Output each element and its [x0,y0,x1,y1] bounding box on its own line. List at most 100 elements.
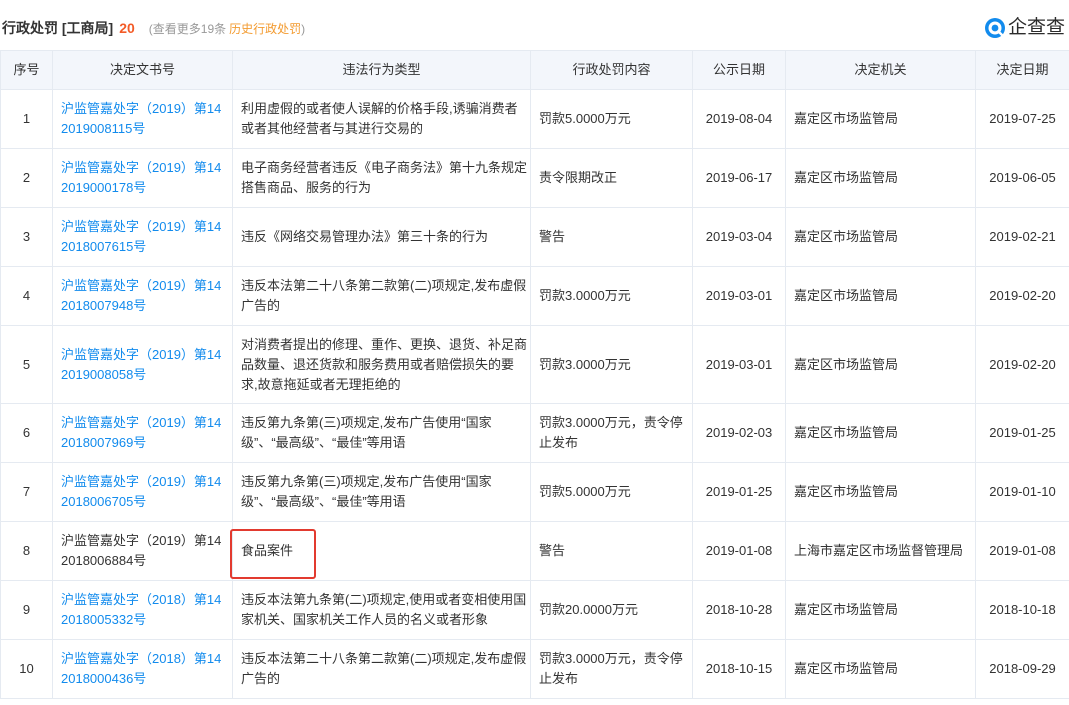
section-header: 行政处罚 [工商局] 20 (查看更多19条 历史行政处罚) 企查查 [0,0,1069,50]
decision-doc-cell: 沪监管嘉处字（2019）第142018007948号 [52,266,233,326]
table-row: 1 沪监管嘉处字（2019）第142019008115号 利用虚假的或者使人误解… [0,89,1069,149]
decision-authority: 嘉定区市场监管局 [785,639,976,699]
row-index: 5 [0,325,53,404]
publish-date: 2019-03-01 [692,266,786,326]
decision-doc-link[interactable]: 沪监管嘉处字（2019）第142018006705号 [61,474,221,509]
decision-doc-link[interactable]: 沪监管嘉处字（2019）第142019000178号 [61,160,221,195]
penalty-content: 罚款5.0000万元 [530,89,693,149]
violation-type: 违反本法第二十八条第二款第(二)项规定,发布虚假广告的 [232,266,531,326]
col-header-violation-type: 违法行为类型 [232,50,531,90]
section-title: 行政处罚 [工商局] [2,20,114,36]
section-title-line: 行政处罚 [工商局] 20 (查看更多19条 历史行政处罚) [2,18,305,38]
publish-date: 2019-03-04 [692,207,786,267]
decision-authority: 嘉定区市场监管局 [785,403,976,463]
decision-doc-cell: 沪监管嘉处字（2018）第142018000436号 [52,639,233,699]
more-records-note: (查看更多19条 历史行政处罚) [149,22,305,36]
table-row: 8 沪监管嘉处字（2019）第142018006884号 食品案件 警告 201… [0,521,1069,581]
penalty-table: 序号 决定文书号 违法行为类型 行政处罚内容 公示日期 决定机关 决定日期 1 … [0,50,1069,699]
decision-date: 2019-02-20 [975,266,1069,326]
publish-date: 2019-03-01 [692,325,786,404]
violation-type: 利用虚假的或者使人误解的价格手段,诱骗消费者或者其他经营者与其进行交易的 [232,89,531,149]
decision-doc-cell: 沪监管嘉处字（2019）第142018006884号 [52,521,233,581]
decision-doc-link[interactable]: 沪监管嘉处字（2019）第142019008115号 [61,101,221,136]
decision-authority: 嘉定区市场监管局 [785,266,976,326]
logo-text: 企查查 [1008,17,1066,38]
decision-date: 2019-07-25 [975,89,1069,149]
decision-date: 2019-02-21 [975,207,1069,267]
col-header-decision-authority: 决定机关 [785,50,976,90]
row-index: 7 [0,462,53,522]
table-row: 2 沪监管嘉处字（2019）第142019000178号 电子商务经营者违反《电… [0,148,1069,208]
violation-type: 电子商务经营者违反《电子商务法》第十九条规定搭售商品、服务的行为 [232,148,531,208]
row-index: 3 [0,207,53,267]
table-row: 6 沪监管嘉处字（2019）第142018007969号 违反第九条第(三)项规… [0,403,1069,463]
decision-authority: 嘉定区市场监管局 [785,580,976,640]
qichacha-logo-icon [984,17,1006,39]
row-index: 9 [0,580,53,640]
penalty-content: 罚款3.0000万元，责令停止发布 [530,403,693,463]
col-header-index: 序号 [0,50,53,90]
penalty-content: 罚款3.0000万元 [530,325,693,404]
table-row: 4 沪监管嘉处字（2019）第142018007948号 违反本法第二十八条第二… [0,266,1069,326]
decision-authority: 嘉定区市场监管局 [785,148,976,208]
more-records-prefix: (查看更多19条 [148,22,227,36]
violation-type: 违反第九条第(三)项规定,发布广告使用“国家级”、“最高级”、“最佳”等用语 [232,403,531,463]
penalty-content: 警告 [530,207,693,267]
decision-doc-cell: 沪监管嘉处字（2019）第142019008115号 [52,89,233,149]
decision-doc-cell: 沪监管嘉处字（2019）第142019000178号 [52,148,233,208]
penalty-content: 警告 [530,521,693,581]
decision-date: 2019-01-25 [975,403,1069,463]
col-header-publish-date: 公示日期 [692,50,786,90]
table-row: 10 沪监管嘉处字（2018）第142018000436号 违反本法第二十八条第… [0,639,1069,699]
decision-doc-cell: 沪监管嘉处字（2019）第142019008058号 [52,325,233,404]
decision-doc-cell: 沪监管嘉处字（2019）第142018007969号 [52,403,233,463]
more-records-suffix: ) [301,22,306,36]
decision-date: 2019-02-20 [975,325,1069,404]
penalty-content: 罚款3.0000万元 [530,266,693,326]
row-index: 4 [0,266,53,326]
row-index: 6 [0,403,53,463]
violation-type: 违反第九条第(三)项规定,发布广告使用“国家级”、“最高级”、“最佳”等用语 [232,462,531,522]
penalty-content: 责令限期改正 [530,148,693,208]
decision-authority: 上海市嘉定区市场监督管理局 [785,521,976,581]
publish-date: 2018-10-28 [692,580,786,640]
violation-type: 食品案件 [232,521,531,581]
decision-doc-link[interactable]: 沪监管嘉处字（2019）第142018007615号 [61,219,221,254]
row-index: 10 [0,639,53,699]
decision-doc-cell: 沪监管嘉处字（2019）第142018006705号 [52,462,233,522]
decision-doc-link[interactable]: 沪监管嘉处字（2019）第142018007969号 [61,415,221,450]
decision-doc-cell: 沪监管嘉处字（2018）第142018005332号 [52,580,233,640]
decision-authority: 嘉定区市场监管局 [785,207,976,267]
table-header-row: 序号 决定文书号 违法行为类型 行政处罚内容 公示日期 决定机关 决定日期 [0,50,1069,90]
col-header-penalty-content: 行政处罚内容 [530,50,693,90]
publish-date: 2019-08-04 [692,89,786,149]
decision-authority: 嘉定区市场监管局 [785,462,976,522]
record-count-badge: 20 [119,20,135,36]
violation-type: 违反《网络交易管理办法》第三十条的行为 [232,207,531,267]
decision-date: 2019-01-08 [975,521,1069,581]
penalty-content: 罚款20.0000万元 [530,580,693,640]
decision-doc-link[interactable]: 沪监管嘉处字（2018）第142018000436号 [61,651,221,686]
qichacha-logo: 企查查 [984,16,1068,40]
row-index: 1 [0,89,53,149]
decision-doc-link[interactable]: 沪监管嘉处字（2019）第142019008058号 [61,347,221,382]
decision-doc-cell: 沪监管嘉处字（2019）第142018007615号 [52,207,233,267]
table-row: 7 沪监管嘉处字（2019）第142018006705号 违反第九条第(三)项规… [0,462,1069,522]
decision-doc-link[interactable]: 沪监管嘉处字（2018）第142018005332号 [61,592,221,627]
violation-type: 违反本法第二十八条第二款第(二)项规定,发布虚假广告的 [232,639,531,699]
table-row: 5 沪监管嘉处字（2019）第142019008058号 对消费者提出的修理、重… [0,325,1069,404]
publish-date: 2019-01-25 [692,462,786,522]
row-index: 2 [0,148,53,208]
decision-doc-link[interactable]: 沪监管嘉处字（2019）第142018007948号 [61,278,221,313]
decision-date: 2018-10-18 [975,580,1069,640]
decision-date: 2019-01-10 [975,462,1069,522]
decision-authority: 嘉定区市场监管局 [785,325,976,404]
history-penalty-link[interactable]: 历史行政处罚 [229,22,301,36]
penalty-content: 罚款3.0000万元，责令停止发布 [530,639,693,699]
violation-type: 对消费者提出的修理、重作、更换、退货、补足商品数量、退还货款和服务费用或者赔偿损… [232,325,531,404]
table-row: 9 沪监管嘉处字（2018）第142018005332号 违反本法第九条第(二)… [0,580,1069,640]
decision-date: 2018-09-29 [975,639,1069,699]
row-index: 8 [0,521,53,581]
publish-date: 2019-01-08 [692,521,786,581]
violation-type: 违反本法第九条第(二)项规定,使用或者变相使用国家机关、国家机关工作人员的名义或… [232,580,531,640]
